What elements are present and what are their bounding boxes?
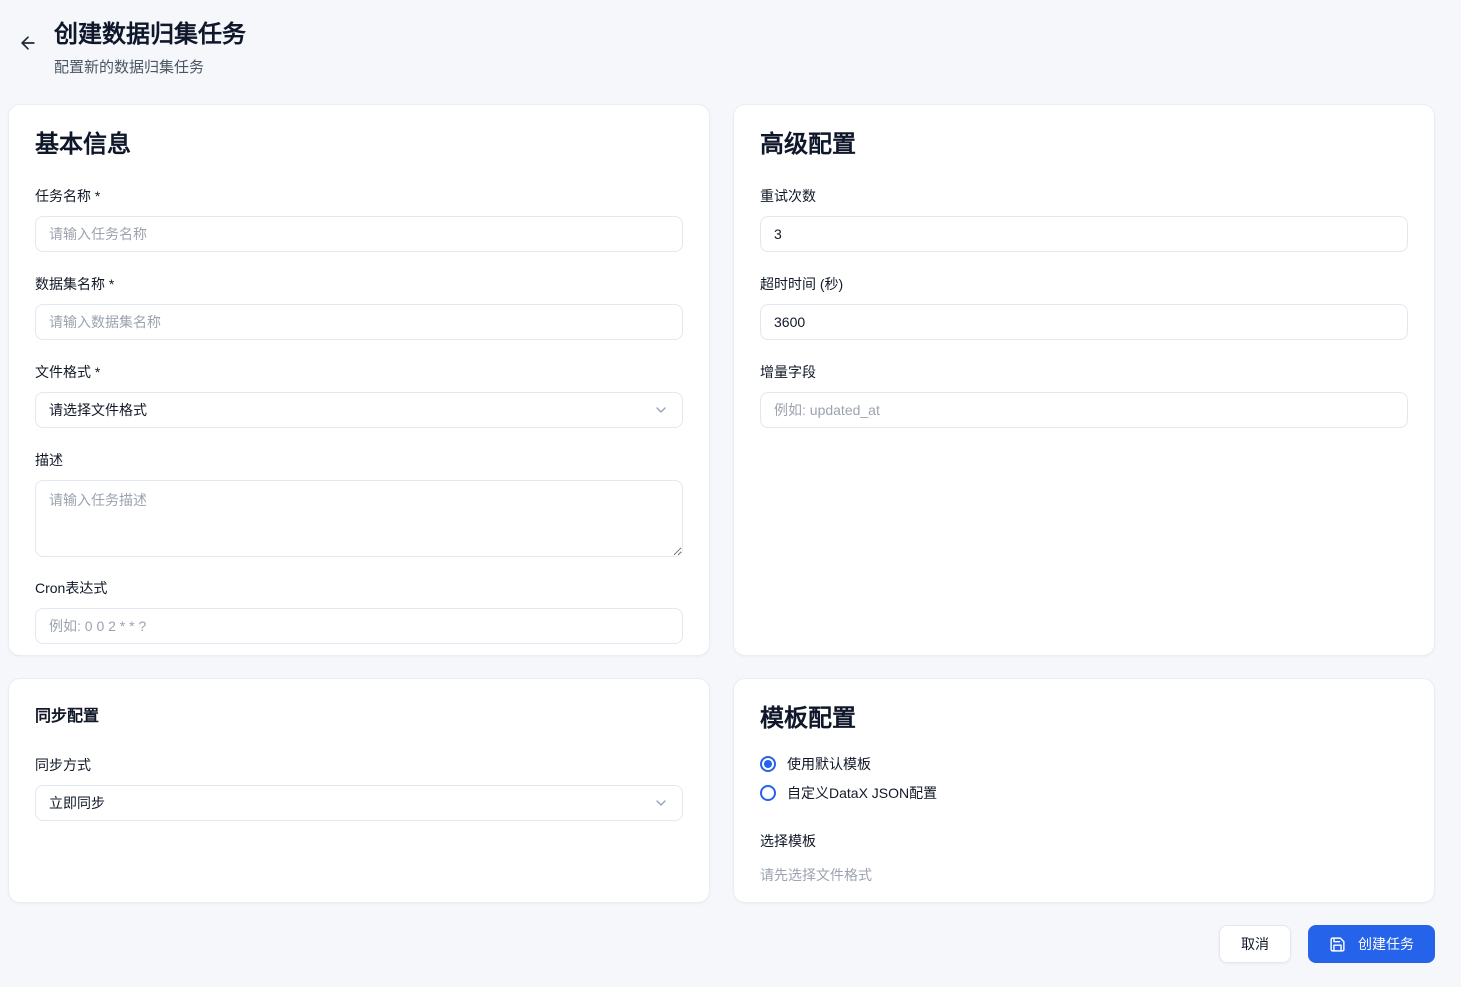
timeout-field: 超时时间 (秒) <box>760 274 1408 340</box>
task-name-input[interactable] <box>35 216 683 252</box>
file-format-select-value: 请选择文件格式 <box>49 400 147 420</box>
description-label: 描述 <box>35 450 683 470</box>
incremental-field: 增量字段 <box>760 362 1408 428</box>
incremental-input[interactable] <box>760 392 1408 428</box>
retry-input[interactable] <box>760 216 1408 252</box>
template-config-heading: 模板配置 <box>760 703 1408 734</box>
cron-input[interactable] <box>35 608 683 644</box>
dataset-name-label: 数据集名称 * <box>35 274 683 294</box>
dataset-name-input[interactable] <box>35 304 683 340</box>
footer-actions: 取消 创建任务 <box>0 903 1461 963</box>
dataset-name-field: 数据集名称 * <box>35 274 683 340</box>
chevron-down-icon <box>653 795 669 811</box>
task-name-field: 任务名称 * <box>35 186 683 252</box>
timeout-label: 超时时间 (秒) <box>760 274 1408 294</box>
sync-method-label: 同步方式 <box>35 755 683 775</box>
advanced-config-heading: 高级配置 <box>760 129 1408 160</box>
radio-option-default-template[interactable]: 使用默认模板 <box>760 754 1408 774</box>
create-task-button-label: 创建任务 <box>1358 934 1414 954</box>
radio-default-label: 使用默认模板 <box>787 754 871 774</box>
advanced-config-card: 高级配置 重试次数 超时时间 (秒) 增量字段 <box>733 104 1435 656</box>
create-task-button[interactable]: 创建任务 <box>1308 925 1435 963</box>
back-button[interactable] <box>14 30 42 58</box>
basic-info-card: 基本信息 任务名称 * 数据集名称 * 文件格式 * 请选择文件格式 描述 <box>8 104 710 656</box>
arrow-left-icon <box>18 33 38 56</box>
description-field: 描述 <box>35 450 683 562</box>
timeout-input[interactable] <box>760 304 1408 340</box>
sync-method-select[interactable]: 立即同步 <box>35 785 683 821</box>
template-config-card: 模板配置 使用默认模板 自定义DataX JSON配置 选择模板 请先选择文件格… <box>733 678 1435 903</box>
form-grid: 基本信息 任务名称 * 数据集名称 * 文件格式 * 请选择文件格式 描述 <box>0 77 1461 903</box>
cancel-button[interactable]: 取消 <box>1219 925 1291 963</box>
incremental-label: 增量字段 <box>760 362 1408 382</box>
task-name-label: 任务名称 * <box>35 186 683 206</box>
cron-field: Cron表达式 <box>35 578 683 644</box>
template-radio-group: 使用默认模板 自定义DataX JSON配置 <box>760 754 1408 803</box>
page-title: 创建数据归集任务 <box>54 20 246 50</box>
sync-config-heading: 同步配置 <box>35 707 683 728</box>
page-header: 创建数据归集任务 配置新的数据归集任务 <box>0 0 1461 77</box>
select-template-hint: 请先选择文件格式 <box>760 865 1408 885</box>
file-format-label: 文件格式 * <box>35 362 683 382</box>
sync-method-field: 同步方式 立即同步 <box>35 755 683 821</box>
description-textarea[interactable] <box>35 480 683 557</box>
sync-method-select-value: 立即同步 <box>49 793 105 813</box>
radio-icon[interactable] <box>760 785 776 801</box>
file-format-select[interactable]: 请选择文件格式 <box>35 392 683 428</box>
radio-icon[interactable] <box>760 756 776 772</box>
radio-option-custom-datax[interactable]: 自定义DataX JSON配置 <box>760 783 1408 803</box>
radio-custom-label: 自定义DataX JSON配置 <box>787 783 937 803</box>
retry-field: 重试次数 <box>760 186 1408 252</box>
sync-config-card: 同步配置 同步方式 立即同步 <box>8 678 710 903</box>
chevron-down-icon <box>653 402 669 418</box>
save-icon <box>1329 936 1346 953</box>
retry-label: 重试次数 <box>760 186 1408 206</box>
select-template-label: 选择模板 <box>760 831 1408 851</box>
page-subtitle: 配置新的数据归集任务 <box>54 56 246 77</box>
basic-info-heading: 基本信息 <box>35 129 683 160</box>
cron-label: Cron表达式 <box>35 578 683 598</box>
file-format-field: 文件格式 * 请选择文件格式 <box>35 362 683 428</box>
